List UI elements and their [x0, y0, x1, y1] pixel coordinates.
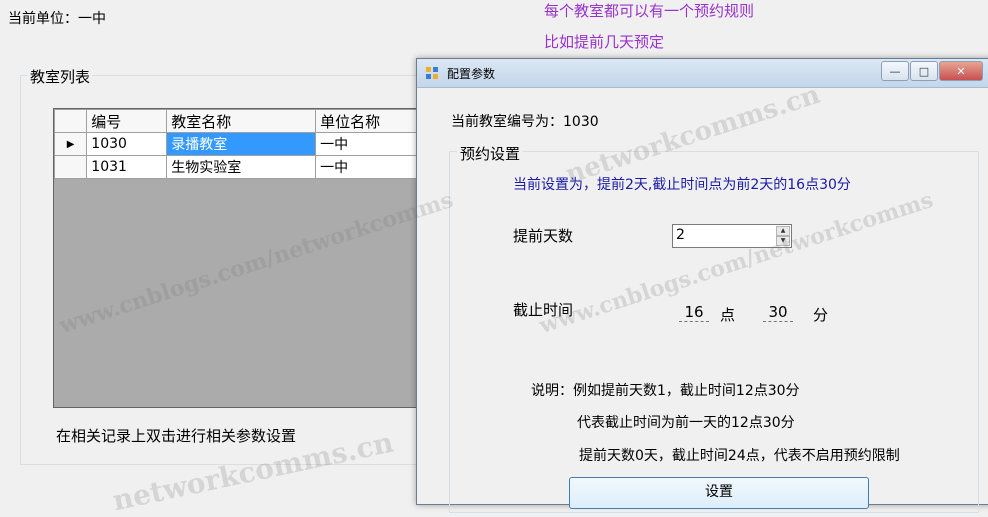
- explain-line-3: 提前天数0天，截止时间24点，代表不启用预约限制: [579, 448, 900, 464]
- hint-text: 在相关记录上双击进行相关参数设置: [56, 427, 297, 445]
- cell-name[interactable]: 录播教室: [166, 132, 317, 156]
- minimize-icon: —: [889, 64, 901, 78]
- column-header-id[interactable]: 编号: [86, 109, 168, 133]
- explain-line-2: 代表截止时间为前一天的12点30分: [577, 415, 795, 431]
- grid-header-row: 编号 教室名称 单位名称: [54, 109, 424, 133]
- classroom-grid[interactable]: 编号 教室名称 单位名称 ▶ 1030 录播教室 一中 1031 生物实验室 一…: [53, 108, 425, 408]
- app-icon: [426, 67, 438, 79]
- cell-unit[interactable]: 一中: [315, 132, 424, 156]
- close-button[interactable]: ✕: [939, 61, 983, 81]
- hour-field[interactable]: 16: [679, 303, 709, 322]
- row-header-cell: [54, 155, 88, 179]
- maximize-button[interactable]: □: [910, 61, 938, 81]
- note-line-2: 比如提前几天预定: [544, 33, 665, 51]
- dialog-title: 配置参数: [447, 67, 496, 81]
- table-row[interactable]: ▶ 1030 录播教室 一中: [54, 132, 424, 156]
- set-button[interactable]: 设置: [569, 477, 869, 509]
- classroom-id-label: 当前教室编号为：1030: [451, 114, 599, 130]
- dialog-titlebar[interactable]: 配置参数 — □ ✕: [417, 59, 988, 88]
- spin-up-icon[interactable]: ▲: [776, 226, 790, 236]
- deadline-label: 截止时间: [513, 301, 574, 319]
- close-icon: ✕: [956, 64, 966, 78]
- minute-field[interactable]: 30: [763, 303, 793, 322]
- table-row[interactable]: 1031 生物实验室 一中: [54, 155, 424, 179]
- cell-id[interactable]: 1030: [86, 132, 168, 156]
- column-header-name[interactable]: 教室名称: [166, 109, 317, 133]
- explain-line-1: 说明：例如提前天数1，截止时间12点30分: [531, 383, 800, 399]
- cell-unit[interactable]: 一中: [315, 155, 424, 179]
- classroom-list-title: 教室列表: [28, 66, 93, 87]
- minute-unit: 分: [813, 306, 829, 324]
- current-unit-label: 当前单位：一中: [8, 11, 106, 27]
- current-row-indicator-icon: ▶: [54, 132, 88, 156]
- advance-days-label: 提前天数: [513, 227, 574, 245]
- advance-days-stepper[interactable]: 2 ▲ ▼: [672, 224, 792, 248]
- booking-settings-title: 预约设置: [457, 143, 524, 164]
- cell-name[interactable]: 生物实验室: [166, 155, 317, 179]
- grid-corner-cell: [54, 109, 88, 133]
- note-line-1: 每个教室都可以有一个预约规则: [544, 2, 755, 20]
- spin-down-icon[interactable]: ▼: [776, 236, 790, 246]
- cell-id[interactable]: 1031: [86, 155, 168, 179]
- column-header-unit[interactable]: 单位名称: [315, 109, 424, 133]
- current-setting-text: 当前设置为，提前2天,截止时间点为前2天的16点30分: [513, 177, 851, 193]
- advance-days-value: 2: [676, 227, 685, 243]
- hour-unit: 点: [720, 306, 736, 324]
- maximize-icon: □: [918, 64, 930, 78]
- minimize-button[interactable]: —: [881, 61, 909, 81]
- config-dialog: 配置参数 — □ ✕ 当前教室编号为：1030 预约设置 当前设置为，提前2天,…: [416, 58, 988, 513]
